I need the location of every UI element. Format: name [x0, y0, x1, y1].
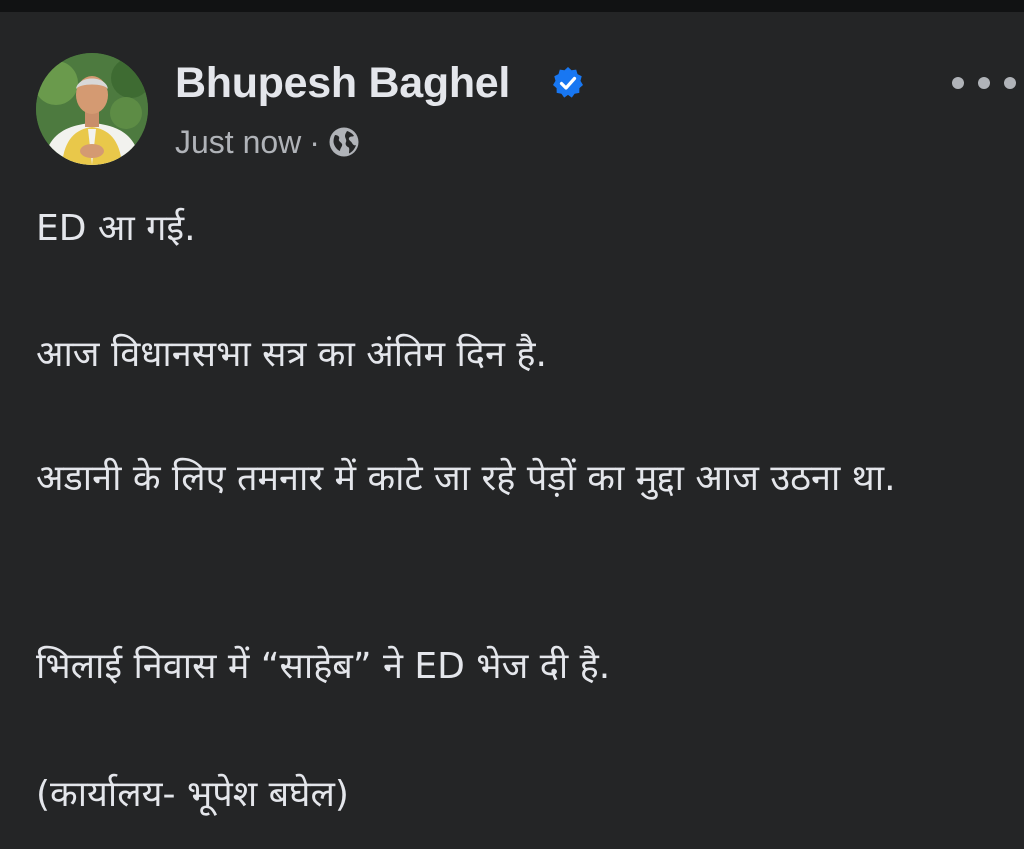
post-paragraph-5: (कार्यालय- भूपेश बघेल)	[36, 774, 349, 815]
verified-badge-icon	[553, 67, 583, 98]
post-card: Bhupesh Baghel Just now · ED आ गई. आज वि…	[0, 12, 1024, 849]
post-timestamp[interactable]: Just now	[175, 124, 301, 161]
more-dot	[1004, 77, 1016, 89]
top-divider	[0, 0, 1024, 12]
post-paragraph-1: ED आ गई.	[36, 208, 196, 249]
avatar-photo	[36, 53, 148, 165]
post-paragraph-4: भिलाई निवास में “साहेब” ने ED भेज दी है.	[36, 646, 611, 687]
post-meta: Just now ·	[175, 121, 360, 163]
more-options-button[interactable]	[952, 66, 1016, 100]
meta-separator: ·	[309, 123, 320, 160]
more-dot	[952, 77, 964, 89]
author-name[interactable]: Bhupesh Baghel	[175, 58, 510, 108]
post-paragraph-3: अडानी के लिए तमनार में काटे जा रहे पेड़ो…	[36, 458, 896, 499]
author-avatar[interactable]	[36, 53, 148, 165]
globe-icon[interactable]	[328, 126, 360, 158]
post-paragraph-2: आज विधानसभा सत्र का अंतिम दिन है.	[36, 334, 547, 375]
more-dot	[978, 77, 990, 89]
